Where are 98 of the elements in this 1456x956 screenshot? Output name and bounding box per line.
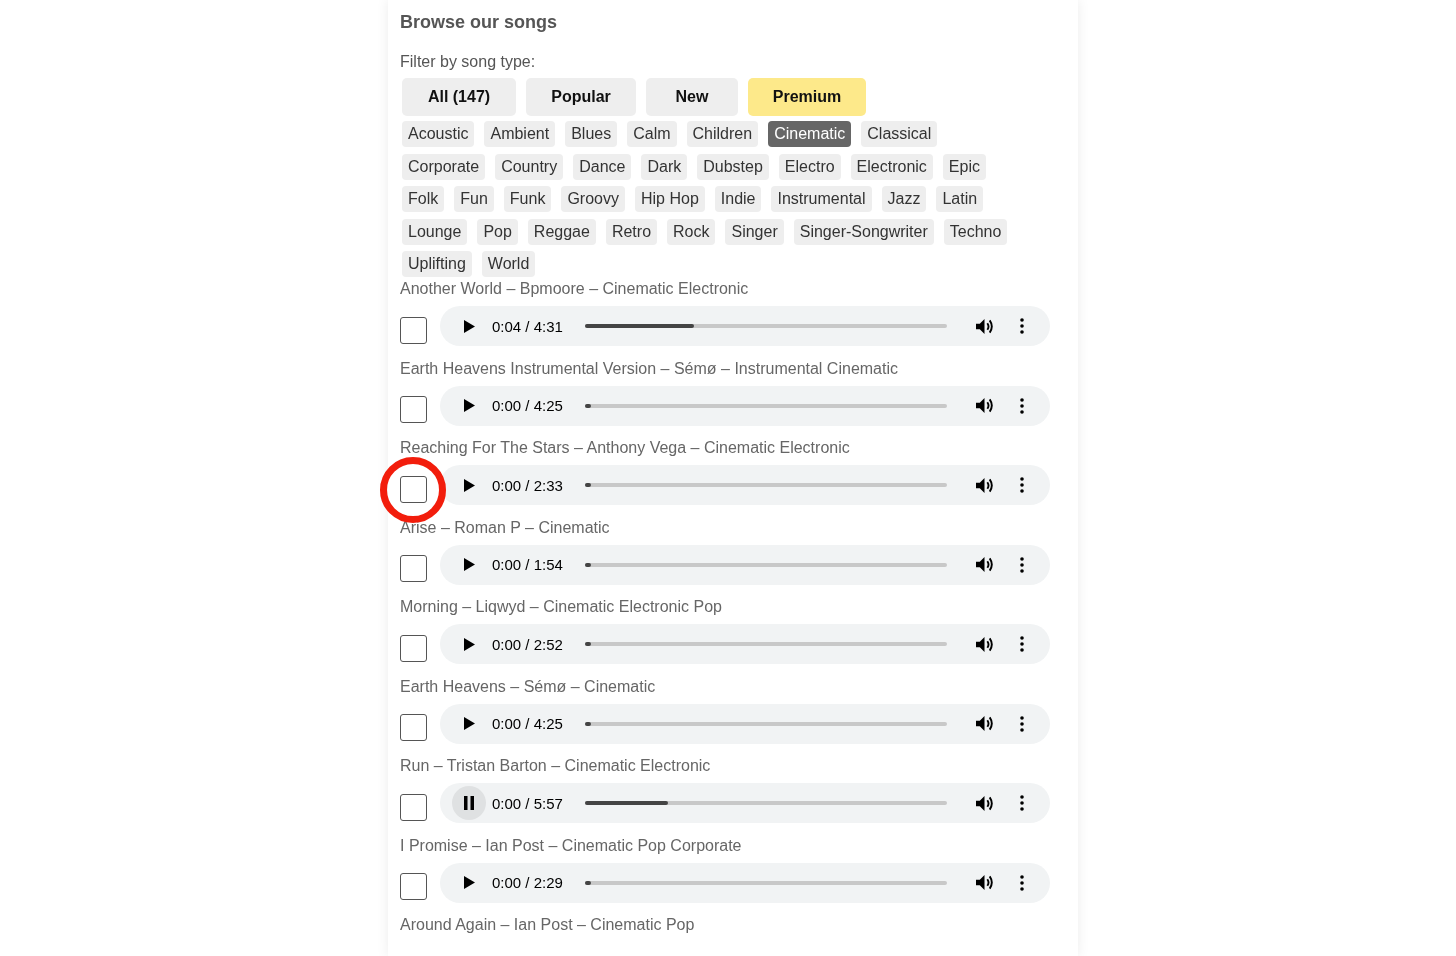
- progress-track[interactable]: [585, 642, 947, 646]
- volume-icon[interactable]: [975, 397, 994, 414]
- volume-icon[interactable]: [975, 317, 994, 335]
- play-icon: [463, 558, 475, 571]
- genre-tag[interactable]: Singer-Songwriter: [793, 218, 934, 245]
- volume-icon[interactable]: [975, 715, 994, 732]
- progress-track[interactable]: [585, 403, 947, 408]
- checkbox[interactable]: [400, 634, 427, 662]
- progress-track[interactable]: [585, 562, 947, 567]
- genre-tag[interactable]: Hip Hop: [634, 186, 705, 212]
- play-button[interactable]: [452, 786, 486, 820]
- genre-tag[interactable]: Reggae: [527, 218, 596, 245]
- time-display: 0:00 / 4:25: [492, 715, 564, 732]
- progress-track[interactable]: [585, 721, 947, 726]
- song-title: Morning – Liqwyd – Cinematic Electronic Pop: [400, 597, 723, 617]
- checkbox[interactable]: [400, 316, 427, 344]
- genre-tag[interactable]: Ambient: [484, 121, 556, 147]
- play-icon: [463, 876, 475, 889]
- genre-tag[interactable]: Groovy: [561, 186, 625, 212]
- time-display: 0:04 / 4:31: [492, 317, 564, 335]
- genre-tag[interactable]: Corporate: [402, 153, 486, 180]
- song-title: Run – Tristan Barton – Cinematic Electronic: [400, 756, 712, 776]
- genre-tag[interactable]: Epic: [942, 153, 986, 180]
- play-icon: [463, 717, 475, 730]
- genre-tag[interactable]: Jazz: [881, 186, 927, 212]
- genre-tag[interactable]: Dubstep: [697, 153, 769, 180]
- genre-tag[interactable]: Techno: [943, 218, 1008, 245]
- checkbox[interactable]: [400, 793, 427, 821]
- checkbox[interactable]: [400, 714, 427, 741]
- genre-tag[interactable]: Rock: [667, 218, 716, 245]
- checkbox[interactable]: [400, 555, 427, 582]
- more-options-icon[interactable]: [1020, 715, 1024, 732]
- volume-icon[interactable]: [975, 794, 994, 812]
- genre-tag[interactable]: Lounge: [402, 218, 468, 245]
- checkbox[interactable]: [400, 396, 427, 423]
- genre-tag[interactable]: Singer: [725, 218, 784, 245]
- genre-tag[interactable]: Instrumental: [771, 186, 872, 212]
- volume-icon[interactable]: [975, 874, 994, 891]
- play-icon: [463, 399, 475, 412]
- genre-tag[interactable]: Dark: [641, 153, 688, 180]
- time-display: 0:00 / 2:33: [492, 476, 564, 494]
- checkbox[interactable]: [400, 873, 427, 900]
- checkbox[interactable]: [400, 475, 427, 503]
- filter-button[interactable]: New: [646, 78, 738, 116]
- pause-icon: [463, 796, 475, 810]
- genre-tag[interactable]: Electronic: [850, 153, 933, 180]
- more-options-icon[interactable]: [1020, 477, 1024, 493]
- genre-tag[interactable]: Dance: [573, 153, 632, 180]
- play-icon: [463, 478, 475, 492]
- more-options-icon[interactable]: [1020, 318, 1024, 334]
- genre-tag[interactable]: Fun: [454, 186, 494, 212]
- section-heading: Browse our songs: [400, 11, 559, 34]
- genre-tag[interactable]: Pop: [477, 218, 518, 245]
- volume-icon[interactable]: [975, 635, 994, 653]
- song-title: Reaching For The Stars – Anthony Vega – Cinematic Electronic: [400, 438, 851, 458]
- more-options-icon[interactable]: [1020, 874, 1024, 891]
- genre-tag[interactable]: World: [481, 251, 536, 277]
- genre-tag[interactable]: Uplifting: [402, 251, 472, 277]
- play-icon: [463, 319, 475, 333]
- song-title: Arise – Roman P – Cinematic: [400, 517, 611, 538]
- genre-tag[interactable]: Children: [686, 121, 759, 147]
- progress-track[interactable]: [585, 483, 947, 487]
- more-options-icon[interactable]: [1020, 556, 1024, 573]
- song-title: Earth Heavens Instrumental Version – Sémø – Instrumental Cinematic: [400, 358, 899, 379]
- genre-tag[interactable]: Indie: [714, 186, 762, 212]
- time-display: 0:00 / 1:54: [492, 556, 564, 573]
- time-display: 0:00 / 5:57: [492, 794, 564, 812]
- filter-button[interactable]: Popular: [526, 78, 636, 116]
- genre-tag[interactable]: Country: [495, 153, 564, 180]
- song-title: Around Again – Ian Post – Cinematic Pop: [400, 915, 696, 935]
- genre-tag[interactable]: Folk: [402, 186, 445, 212]
- volume-icon[interactable]: [975, 556, 994, 573]
- genre-tag[interactable]: Latin: [936, 186, 984, 212]
- more-options-icon[interactable]: [1020, 795, 1024, 811]
- genre-tag[interactable]: Electro: [778, 153, 841, 180]
- time-display: 0:00 / 4:25: [492, 397, 564, 414]
- genre-tag[interactable]: Funk: [503, 186, 552, 212]
- genre-tag[interactable]: Cinematic: [768, 121, 852, 147]
- more-options-icon[interactable]: [1020, 636, 1024, 652]
- progress-track[interactable]: [585, 880, 947, 885]
- progress-track[interactable]: [585, 324, 947, 328]
- genre-tag[interactable]: Acoustic: [402, 121, 475, 147]
- genre-tag[interactable]: Retro: [605, 218, 658, 245]
- genre-tag[interactable]: Calm: [627, 121, 677, 147]
- genre-tag[interactable]: Classical: [861, 121, 938, 147]
- more-options-icon[interactable]: [1020, 397, 1024, 414]
- time-display: 0:00 / 2:29: [492, 874, 564, 891]
- filter-label: Filter by song type:: [400, 52, 537, 72]
- volume-icon[interactable]: [975, 476, 994, 494]
- time-display: 0:00 / 2:52: [492, 635, 564, 653]
- play-icon: [463, 637, 475, 651]
- filter-button[interactable]: All (147): [402, 78, 516, 116]
- progress-track[interactable]: [585, 801, 947, 805]
- song-title: Another World – Bpmoore – Cinematic Electronic: [400, 279, 750, 299]
- song-title: Earth Heavens – Sémø – Cinematic: [400, 676, 657, 697]
- song-title: I Promise – Ian Post – Cinematic Pop Corporate: [400, 835, 743, 856]
- genre-tag[interactable]: Blues: [565, 121, 618, 147]
- filter-button[interactable]: Premium: [748, 78, 866, 116]
